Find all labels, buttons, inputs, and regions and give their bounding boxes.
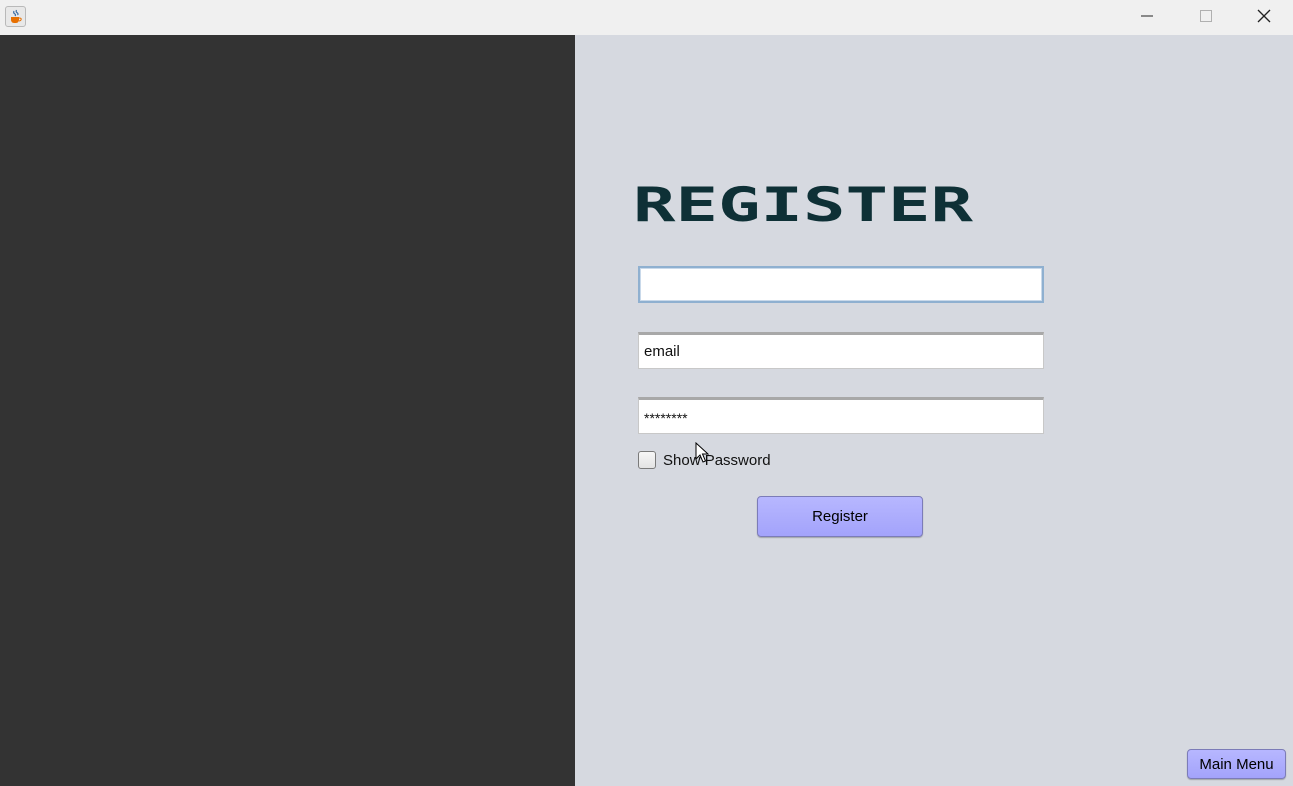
left-panel <box>0 35 575 786</box>
show-password-checkbox[interactable] <box>638 451 656 469</box>
close-button[interactable] <box>1235 0 1293 32</box>
maximize-button[interactable] <box>1177 0 1235 32</box>
main-menu-button-label: Main Menu <box>1199 755 1274 773</box>
register-button-label: Register <box>812 508 868 525</box>
minimize-icon <box>1141 15 1153 17</box>
mouse-cursor-icon <box>695 442 709 463</box>
show-password-label[interactable]: Show Password <box>663 452 771 470</box>
maximize-icon <box>1200 10 1212 22</box>
title-bar <box>0 0 1293 35</box>
password-field[interactable]: ******** <box>638 397 1044 434</box>
main-menu-button[interactable]: Main Menu <box>1187 749 1286 779</box>
register-button[interactable]: Register <box>757 496 923 537</box>
password-value: ******** <box>644 410 688 426</box>
app-window: REGISTER email ******** Show Password Re… <box>0 0 1293 786</box>
minimize-button[interactable] <box>1118 0 1176 32</box>
close-icon <box>1257 9 1271 23</box>
email-value: email <box>644 343 680 360</box>
page-title: REGISTER <box>633 184 974 226</box>
svg-text:REGISTER: REGISTER <box>633 184 974 226</box>
java-cup-icon[interactable] <box>5 6 26 27</box>
email-field[interactable]: email <box>638 332 1044 369</box>
username-field[interactable] <box>638 266 1044 303</box>
